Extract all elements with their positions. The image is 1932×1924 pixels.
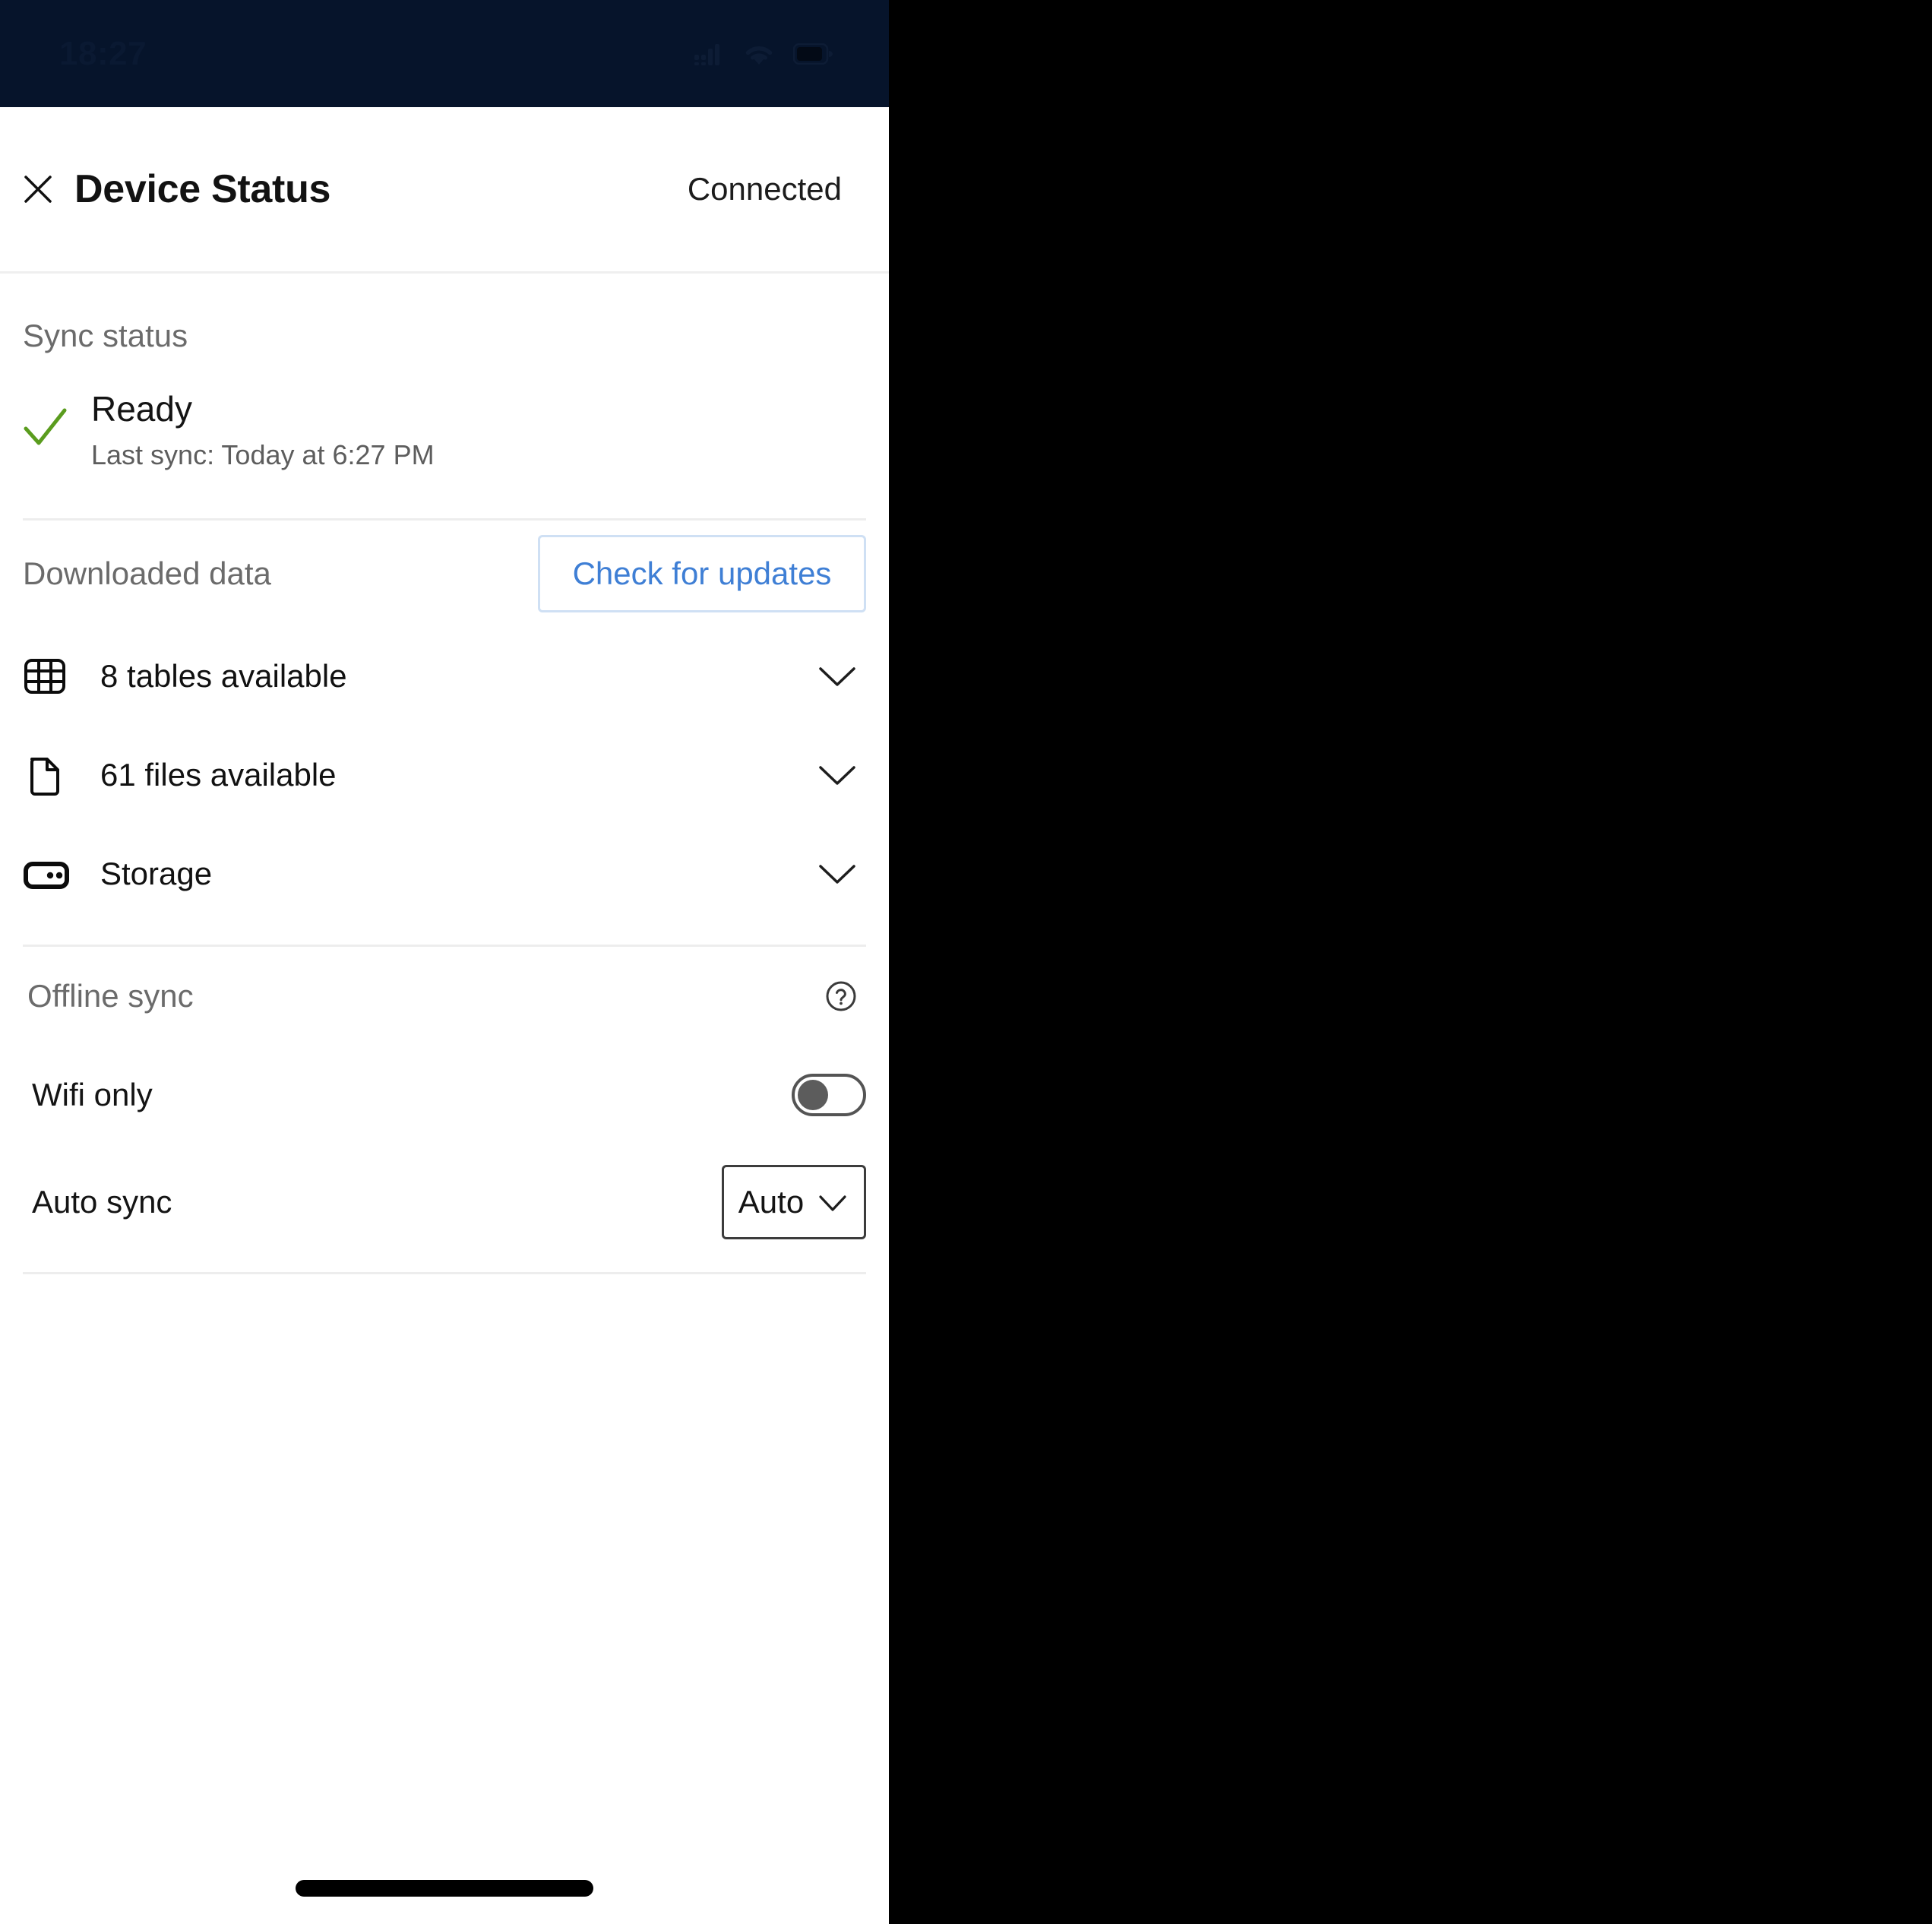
last-sync-label: Last sync: Today at 6:27 PM [91, 439, 435, 471]
sync-status-heading: Sync status [23, 318, 188, 353]
section-divider [23, 1272, 866, 1275]
sync-status-row: Ready Last sync: Today at 6:27 PM [0, 391, 889, 471]
sync-status-section: Sync status Ready Last sync: Today at 6:… [0, 274, 889, 471]
data-row-storage[interactable]: Storage [23, 824, 866, 923]
sync-state-label: Ready [91, 389, 192, 429]
table-icon [23, 654, 70, 698]
page-title: Device Status [74, 167, 331, 211]
help-button[interactable] [824, 979, 858, 1014]
data-row-label: 8 tables available [100, 658, 347, 695]
auto-sync-select[interactable]: Auto [722, 1165, 866, 1240]
cellular-signal-icon [694, 43, 719, 65]
battery-icon [793, 43, 833, 65]
settings-content: Sync status Ready Last sync: Today at 6:… [0, 274, 889, 1275]
downloaded-data-header: Downloaded data Check for updates [23, 521, 866, 627]
offline-sync-section: Offline sync Wifi only Auto sync Auto [0, 947, 889, 1260]
help-circle-icon [826, 981, 856, 1011]
downloaded-data-section: Downloaded data Check for updates 8 tabl… [0, 521, 889, 923]
chevron-down-icon[interactable] [816, 761, 858, 789]
data-row-label: Storage [100, 856, 213, 892]
phone-screen: 18:27 Device Status Connected Sync statu… [0, 0, 889, 1924]
toggle-knob [798, 1080, 828, 1111]
check-icon [24, 408, 67, 445]
wifi-icon [745, 46, 773, 65]
status-bar: 18:27 [0, 0, 889, 107]
wifi-only-label: Wifi only [32, 1077, 153, 1113]
storage-icon [23, 852, 70, 896]
data-row-files[interactable]: 61 files available [23, 726, 866, 824]
offline-sync-header: Offline sync [23, 947, 866, 1046]
file-icon [23, 753, 70, 797]
auto-sync-value: Auto [738, 1184, 805, 1220]
chevron-down-icon[interactable] [816, 860, 858, 888]
sync-status-texts: Ready Last sync: Today at 6:27 PM [91, 391, 435, 471]
sync-check-icon-wrap [23, 391, 76, 452]
auto-sync-row: Auto sync Auto [23, 1144, 866, 1260]
status-bar-clock: 18:27 [59, 34, 147, 72]
downloaded-data-heading: Downloaded data [23, 555, 271, 592]
offline-sync-heading: Offline sync [27, 978, 194, 1014]
close-icon [24, 176, 52, 203]
status-bar-icons [694, 41, 833, 67]
auto-sync-label: Auto sync [32, 1184, 172, 1220]
data-row-tables[interactable]: 8 tables available [23, 627, 866, 726]
wifi-only-row: Wifi only [23, 1046, 866, 1144]
connection-status: Connected [687, 171, 842, 207]
chevron-down-icon [819, 1195, 846, 1211]
wifi-only-toggle[interactable] [792, 1074, 866, 1117]
app-header: Device Status Connected [0, 107, 889, 274]
close-button[interactable] [15, 166, 61, 212]
check-for-updates-button[interactable]: Check for updates [538, 535, 866, 613]
data-row-label: 61 files available [100, 757, 337, 793]
chevron-down-icon[interactable] [816, 663, 858, 690]
home-indicator[interactable] [296, 1880, 593, 1897]
